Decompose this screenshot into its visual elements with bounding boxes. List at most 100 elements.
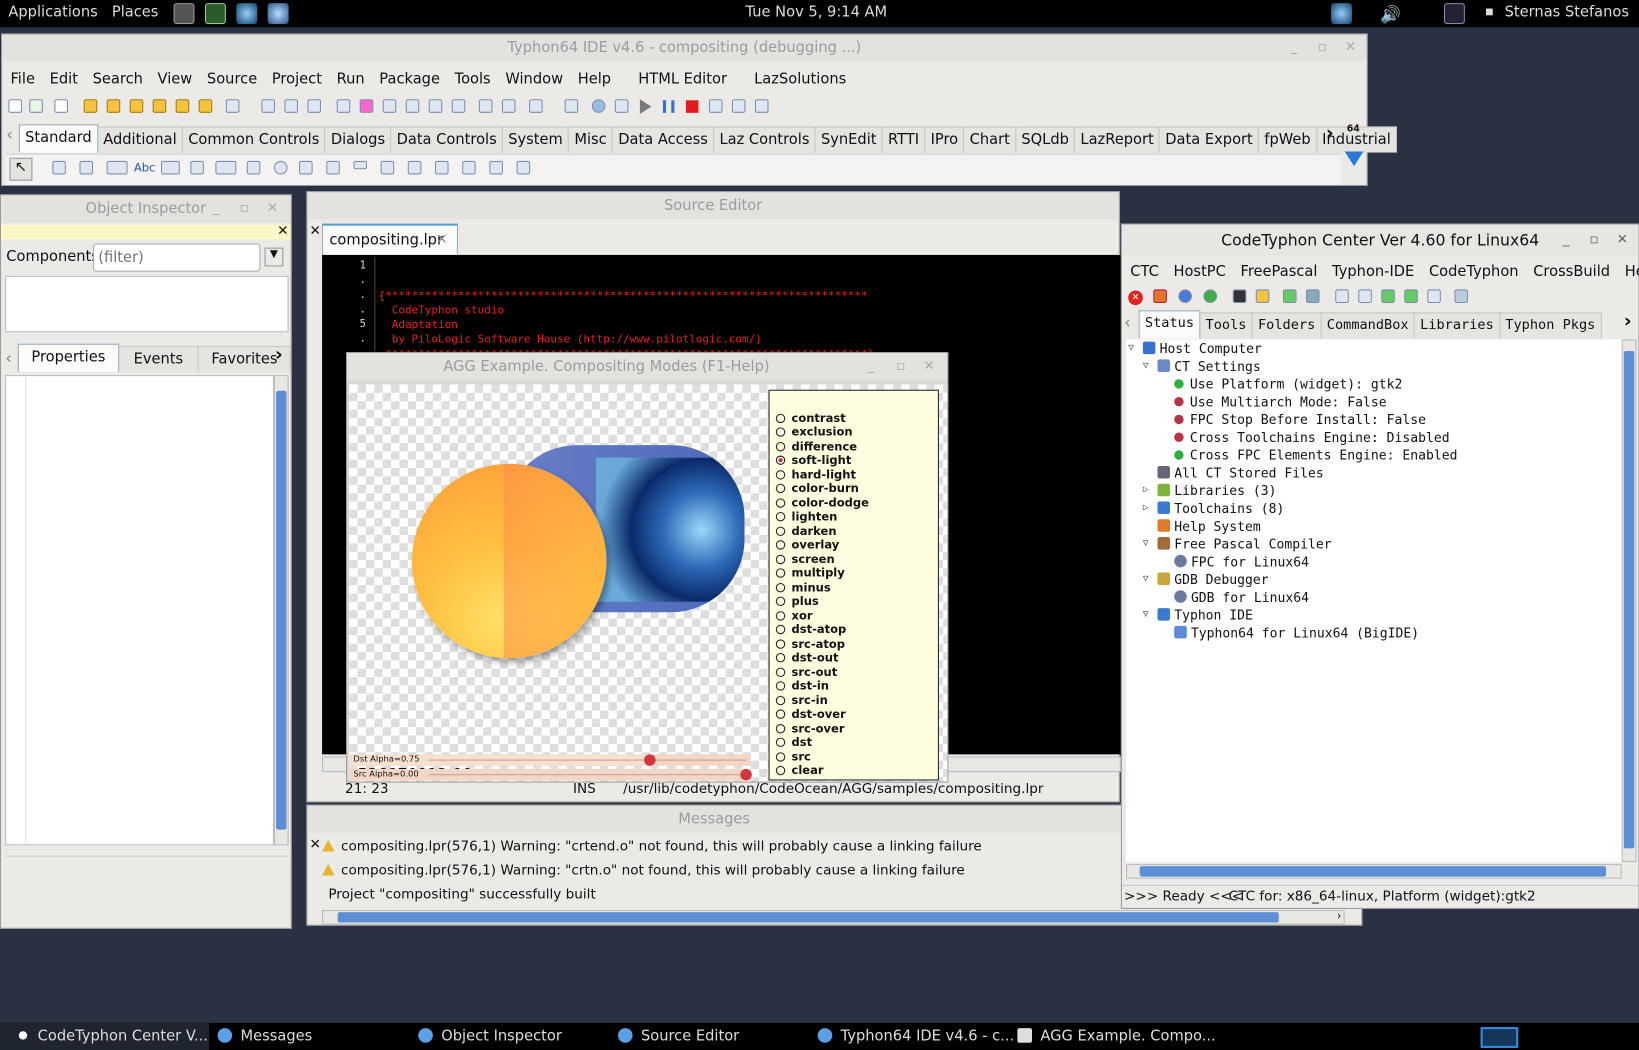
tab-rtti[interactable]: RTTI	[881, 126, 926, 153]
run-icon[interactable]	[639, 99, 652, 114]
mode-lighten[interactable]: lighten	[775, 510, 837, 523]
help-icon[interactable]	[1178, 289, 1192, 303]
install-icon[interactable]	[1282, 289, 1297, 303]
menu-search[interactable]: Search	[84, 68, 149, 88]
tab-data-access[interactable]: Data Access	[611, 126, 715, 153]
typhon64-icon[interactable]	[1454, 289, 1469, 303]
sync-icon[interactable]	[1427, 289, 1441, 303]
messages-hscrollbar[interactable]: ›	[322, 909, 1345, 925]
tree-hscrollbar[interactable]	[1126, 864, 1622, 879]
tab-misc[interactable]: Misc	[568, 126, 613, 153]
src-alpha-slider[interactable]: Src Alpha=0.00	[349, 768, 752, 781]
mode-clear[interactable]: clear	[775, 764, 824, 777]
mode-xor[interactable]: xor	[775, 609, 813, 623]
tree-gdb-linux64[interactable]: GDB for Linux64	[1174, 588, 1309, 606]
menu-html-editor[interactable]: HTML Editor	[617, 68, 733, 88]
menu-project[interactable]: Project	[263, 68, 328, 88]
tree-setting-4[interactable]: Cross Toolchains Engine: Disabled	[1174, 428, 1450, 446]
tab-tools[interactable]: Tools	[1199, 312, 1253, 339]
mode-src-out[interactable]: src-out	[775, 666, 837, 679]
tab-folders[interactable]: Folders	[1251, 312, 1322, 339]
tab-common-controls[interactable]: Common Controls	[181, 126, 326, 153]
mode-color-dodge[interactable]: color-dodge	[775, 496, 869, 510]
tree-ct-settings[interactable]: CT Settings	[1157, 357, 1261, 375]
mode-dst-in[interactable]: dst-in	[775, 679, 829, 693]
mode-overlay[interactable]: overlay	[775, 538, 839, 552]
new-file-icon[interactable]	[8, 99, 22, 113]
menu-typhon-ide[interactable]: Typhon-IDE	[1324, 260, 1421, 280]
tmainmenu-icon[interactable]	[52, 160, 66, 175]
menu-window[interactable]: Window	[497, 68, 569, 88]
ctc-tabs-right-icon[interactable]: ›	[1624, 310, 1632, 332]
tab-libraries[interactable]: Libraries	[1413, 312, 1501, 339]
tree-gdb[interactable]: GDB Debugger	[1157, 570, 1269, 588]
maximize-icon[interactable]: ▫	[1590, 227, 1599, 254]
tab-typhon-pkgs[interactable]: Typhon Pkgs	[1499, 312, 1602, 339]
menu-codetyphon[interactable]: CodeTyphon	[1421, 260, 1525, 280]
tmemo-icon[interactable]	[190, 160, 204, 175]
tree-setting-3[interactable]: FPC Stop Before Install: False	[1174, 411, 1426, 429]
open-package-icon[interactable]	[129, 99, 144, 113]
clean-icon[interactable]	[1305, 289, 1320, 303]
close-icon[interactable]: ✕	[267, 195, 278, 222]
project-inspector-icon[interactable]	[451, 99, 466, 113]
run-options-icon[interactable]	[591, 99, 606, 113]
menu-source[interactable]: Source	[199, 68, 264, 88]
close-icon[interactable]: ✕	[923, 353, 934, 380]
dst-alpha-handle[interactable]	[644, 754, 656, 766]
menu-tools[interactable]: Tools	[446, 68, 497, 88]
tab-lazreport[interactable]: LazReport	[1074, 126, 1161, 153]
components-tree[interactable]	[5, 275, 289, 333]
menu-lazsolutions[interactable]: LazSolutions	[733, 68, 852, 88]
tab-synedit[interactable]: SynEdit	[814, 126, 883, 153]
typhon-tray-icon[interactable]	[1331, 3, 1352, 25]
stop-build-icon[interactable]	[1153, 289, 1167, 303]
folder-icon[interactable]	[1255, 289, 1270, 303]
tradiogroup-icon[interactable]	[407, 160, 422, 175]
mode-src[interactable]: src	[775, 750, 811, 764]
refresh-icon[interactable]	[1203, 289, 1218, 303]
save-all-icon[interactable]	[284, 99, 298, 113]
mode-multiply[interactable]: multiply	[775, 566, 845, 580]
tab-system[interactable]: System	[501, 126, 570, 153]
tab-additional[interactable]: Additional	[96, 126, 183, 153]
package-icon[interactable]	[198, 99, 213, 113]
menu-package[interactable]: Package	[371, 68, 446, 88]
ttogglebox-icon[interactable]	[215, 160, 237, 175]
tab-close-icon[interactable]: ✕	[436, 232, 447, 248]
task-source-editor[interactable]: Source Editor	[617, 1023, 739, 1050]
task-object-inspector[interactable]: Object Inspector	[418, 1023, 562, 1050]
volume-icon[interactable]: 🔊	[1380, 4, 1401, 24]
build-icon[interactable]	[478, 99, 493, 113]
menu-ctc[interactable]: CTC	[1122, 260, 1165, 280]
open-project-icon[interactable]	[152, 99, 167, 113]
find-icon[interactable]	[175, 99, 190, 113]
settings-icon[interactable]	[1358, 289, 1372, 303]
copy-icon[interactable]	[307, 99, 321, 113]
property-grid[interactable]	[5, 375, 274, 846]
ctc-tabs-left-icon[interactable]: ‹	[1124, 312, 1131, 332]
tree-fpc-linux64[interactable]: FPC for Linux64	[1174, 553, 1309, 571]
tab-laz-controls[interactable]: Laz Controls	[713, 126, 816, 153]
close-icon[interactable]: ✕	[1617, 227, 1628, 254]
menu-help[interactable]: Help	[569, 68, 617, 88]
tradiobutton-icon[interactable]	[273, 160, 288, 175]
step-over-icon[interactable]	[731, 99, 746, 113]
download-arrow-icon[interactable]	[1344, 151, 1364, 167]
tree-libraries[interactable]: Libraries (3)	[1157, 482, 1277, 500]
tab-sqldb[interactable]: SQLdb	[1015, 126, 1076, 153]
terminal-icon[interactable]	[1232, 289, 1247, 303]
tpopupmenu-icon[interactable]	[79, 160, 94, 175]
tab-compositing[interactable]: compositing.lpr ✕	[322, 223, 458, 255]
messages-close-icon[interactable]: ✕	[309, 837, 320, 853]
oi-tabs-right-icon[interactable]: ›	[275, 344, 283, 366]
menu-run[interactable]: Run	[328, 68, 371, 88]
build-ide-icon[interactable]	[1404, 289, 1418, 303]
tpanel-icon[interactable]	[462, 160, 476, 175]
minimize-icon[interactable]: _	[867, 353, 874, 380]
mode-exclusion[interactable]: exclusion	[775, 425, 853, 439]
oi-tabs-left-icon[interactable]: ‹	[5, 348, 12, 368]
message-success[interactable]: Project "compositing" successfully built	[328, 887, 595, 903]
tree-vscrollbar[interactable]	[1621, 339, 1637, 862]
task-ctc[interactable]: CodeTyphon Center V...	[18, 1023, 208, 1050]
